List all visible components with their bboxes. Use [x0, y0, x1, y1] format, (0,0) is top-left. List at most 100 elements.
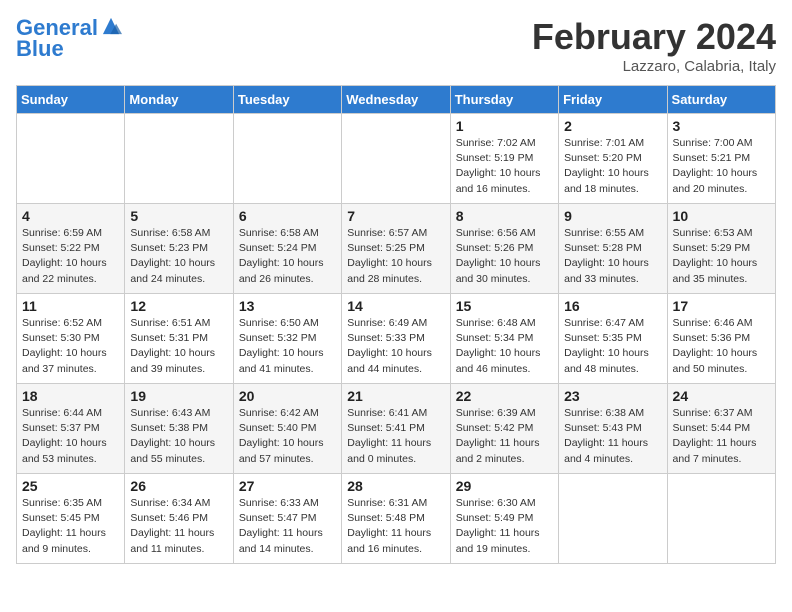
- calendar-cell: 9 Sunrise: 6:55 AM Sunset: 5:28 PM Daylig…: [559, 204, 667, 294]
- day-number: 6: [239, 208, 336, 224]
- calendar-cell: 24Sunrise: 6:37 AM Sunset: 5:44 PM Dayli…: [667, 384, 775, 474]
- day-of-week-header: Friday: [559, 86, 667, 114]
- month-title: February 2024: [532, 16, 776, 58]
- cell-info: Sunrise: 6:41 AM Sunset: 5:41 PM Dayligh…: [347, 406, 444, 467]
- cell-info: Sunrise: 6:49 AM Sunset: 5:33 PM Dayligh…: [347, 316, 444, 377]
- calendar-week-row: 11 Sunrise: 6:52 AM Sunset: 5:30 PM Dayli…: [17, 294, 776, 384]
- cell-info: Sunrise: 6:39 AM Sunset: 5:42 PM Dayligh…: [456, 406, 553, 467]
- cell-info: Sunrise: 7:02 AM Sunset: 5:19 PM Dayligh…: [456, 136, 553, 197]
- cell-info: Sunrise: 6:35 AM Sunset: 5:45 PM Dayligh…: [22, 496, 119, 557]
- cell-info: Sunrise: 6:57 AM Sunset: 5:25 PM Dayligh…: [347, 226, 444, 287]
- day-of-week-header: Monday: [125, 86, 233, 114]
- location: Lazzaro, Calabria, Italy: [532, 58, 776, 75]
- calendar-cell: 4 Sunrise: 6:59 AM Sunset: 5:22 PM Daylig…: [17, 204, 125, 294]
- day-number: 1: [456, 118, 553, 134]
- calendar-cell: 2 Sunrise: 7:01 AM Sunset: 5:20 PM Daylig…: [559, 114, 667, 204]
- day-number: 20: [239, 388, 336, 404]
- day-number: 4: [22, 208, 119, 224]
- cell-info: Sunrise: 6:53 AM Sunset: 5:29 PM Dayligh…: [673, 226, 770, 287]
- calendar-cell: 11 Sunrise: 6:52 AM Sunset: 5:30 PM Dayli…: [17, 294, 125, 384]
- day-number: 28: [347, 478, 444, 494]
- calendar-cell: [342, 114, 450, 204]
- calendar-header-row: SundayMondayTuesdayWednesdayThursdayFrid…: [17, 86, 776, 114]
- day-number: 18: [22, 388, 119, 404]
- calendar-cell: [667, 474, 775, 564]
- day-number: 8: [456, 208, 553, 224]
- calendar-cell: 28Sunrise: 6:31 AM Sunset: 5:48 PM Dayli…: [342, 474, 450, 564]
- cell-info: Sunrise: 6:51 AM Sunset: 5:31 PM Dayligh…: [130, 316, 227, 377]
- logo-icon: [100, 15, 122, 37]
- calendar-cell: 19 Sunrise: 6:43 AM Sunset: 5:38 PM Dayli…: [125, 384, 233, 474]
- day-number: 3: [673, 118, 770, 134]
- calendar-cell: [125, 114, 233, 204]
- cell-info: Sunrise: 6:58 AM Sunset: 5:23 PM Dayligh…: [130, 226, 227, 287]
- calendar-cell: 8 Sunrise: 6:56 AM Sunset: 5:26 PM Daylig…: [450, 204, 558, 294]
- cell-info: Sunrise: 6:47 AM Sunset: 5:35 PM Dayligh…: [564, 316, 661, 377]
- calendar-table: SundayMondayTuesdayWednesdayThursdayFrid…: [16, 85, 776, 564]
- cell-info: Sunrise: 6:48 AM Sunset: 5:34 PM Dayligh…: [456, 316, 553, 377]
- cell-info: Sunrise: 6:58 AM Sunset: 5:24 PM Dayligh…: [239, 226, 336, 287]
- day-number: 9: [564, 208, 661, 224]
- calendar-cell: 23Sunrise: 6:38 AM Sunset: 5:43 PM Dayli…: [559, 384, 667, 474]
- day-number: 16: [564, 298, 661, 314]
- day-number: 11: [22, 298, 119, 314]
- cell-info: Sunrise: 6:52 AM Sunset: 5:30 PM Dayligh…: [22, 316, 119, 377]
- calendar-cell: 26 Sunrise: 6:34 AM Sunset: 5:46 PM Dayli…: [125, 474, 233, 564]
- calendar-cell: 6 Sunrise: 6:58 AM Sunset: 5:24 PM Daylig…: [233, 204, 341, 294]
- calendar-cell: 12 Sunrise: 6:51 AM Sunset: 5:31 PM Dayli…: [125, 294, 233, 384]
- calendar-week-row: 4 Sunrise: 6:59 AM Sunset: 5:22 PM Daylig…: [17, 204, 776, 294]
- calendar-cell: 29Sunrise: 6:30 AM Sunset: 5:49 PM Dayli…: [450, 474, 558, 564]
- cell-info: Sunrise: 7:01 AM Sunset: 5:20 PM Dayligh…: [564, 136, 661, 197]
- calendar-cell: 13 Sunrise: 6:50 AM Sunset: 5:32 PM Dayli…: [233, 294, 341, 384]
- day-of-week-header: Wednesday: [342, 86, 450, 114]
- title-block: February 2024 Lazzaro, Calabria, Italy: [532, 16, 776, 75]
- day-number: 19: [130, 388, 227, 404]
- cell-info: Sunrise: 6:43 AM Sunset: 5:38 PM Dayligh…: [130, 406, 227, 467]
- calendar-cell: 1 Sunrise: 7:02 AM Sunset: 5:19 PM Daylig…: [450, 114, 558, 204]
- calendar-cell: 25 Sunrise: 6:35 AM Sunset: 5:45 PM Dayli…: [17, 474, 125, 564]
- calendar-week-row: 1 Sunrise: 7:02 AM Sunset: 5:19 PM Daylig…: [17, 114, 776, 204]
- cell-info: Sunrise: 6:38 AM Sunset: 5:43 PM Dayligh…: [564, 406, 661, 467]
- cell-info: Sunrise: 6:50 AM Sunset: 5:32 PM Dayligh…: [239, 316, 336, 377]
- calendar-cell: [559, 474, 667, 564]
- calendar-cell: 27Sunrise: 6:33 AM Sunset: 5:47 PM Dayli…: [233, 474, 341, 564]
- cell-info: Sunrise: 7:00 AM Sunset: 5:21 PM Dayligh…: [673, 136, 770, 197]
- calendar-cell: 15 Sunrise: 6:48 AM Sunset: 5:34 PM Dayli…: [450, 294, 558, 384]
- cell-info: Sunrise: 6:46 AM Sunset: 5:36 PM Dayligh…: [673, 316, 770, 377]
- cell-info: Sunrise: 6:59 AM Sunset: 5:22 PM Dayligh…: [22, 226, 119, 287]
- day-number: 2: [564, 118, 661, 134]
- cell-info: Sunrise: 6:37 AM Sunset: 5:44 PM Dayligh…: [673, 406, 770, 467]
- day-number: 26: [130, 478, 227, 494]
- day-number: 15: [456, 298, 553, 314]
- calendar-cell: 21 Sunrise: 6:41 AM Sunset: 5:41 PM Dayli…: [342, 384, 450, 474]
- day-number: 27: [239, 478, 336, 494]
- cell-info: Sunrise: 6:30 AM Sunset: 5:49 PM Dayligh…: [456, 496, 553, 557]
- calendar-cell: 16 Sunrise: 6:47 AM Sunset: 5:35 PM Dayli…: [559, 294, 667, 384]
- day-number: 5: [130, 208, 227, 224]
- day-number: 13: [239, 298, 336, 314]
- day-number: 21: [347, 388, 444, 404]
- day-number: 14: [347, 298, 444, 314]
- cell-info: Sunrise: 6:42 AM Sunset: 5:40 PM Dayligh…: [239, 406, 336, 467]
- page-header: General Blue February 2024 Lazzaro, Cala…: [16, 16, 776, 75]
- calendar-week-row: 25 Sunrise: 6:35 AM Sunset: 5:45 PM Dayli…: [17, 474, 776, 564]
- cell-info: Sunrise: 6:44 AM Sunset: 5:37 PM Dayligh…: [22, 406, 119, 467]
- calendar-cell: 3 Sunrise: 7:00 AM Sunset: 5:21 PM Daylig…: [667, 114, 775, 204]
- day-of-week-header: Saturday: [667, 86, 775, 114]
- cell-info: Sunrise: 6:55 AM Sunset: 5:28 PM Dayligh…: [564, 226, 661, 287]
- day-number: 25: [22, 478, 119, 494]
- day-number: 7: [347, 208, 444, 224]
- day-of-week-header: Sunday: [17, 86, 125, 114]
- day-of-week-header: Tuesday: [233, 86, 341, 114]
- calendar-cell: 10Sunrise: 6:53 AM Sunset: 5:29 PM Dayli…: [667, 204, 775, 294]
- day-number: 22: [456, 388, 553, 404]
- cell-info: Sunrise: 6:34 AM Sunset: 5:46 PM Dayligh…: [130, 496, 227, 557]
- calendar-cell: 17 Sunrise: 6:46 AM Sunset: 5:36 PM Dayli…: [667, 294, 775, 384]
- calendar-cell: [233, 114, 341, 204]
- day-number: 12: [130, 298, 227, 314]
- day-number: 17: [673, 298, 770, 314]
- calendar-cell: 22 Sunrise: 6:39 AM Sunset: 5:42 PM Dayli…: [450, 384, 558, 474]
- calendar-cell: 20 Sunrise: 6:42 AM Sunset: 5:40 PM Dayli…: [233, 384, 341, 474]
- day-of-week-header: Thursday: [450, 86, 558, 114]
- cell-info: Sunrise: 6:56 AM Sunset: 5:26 PM Dayligh…: [456, 226, 553, 287]
